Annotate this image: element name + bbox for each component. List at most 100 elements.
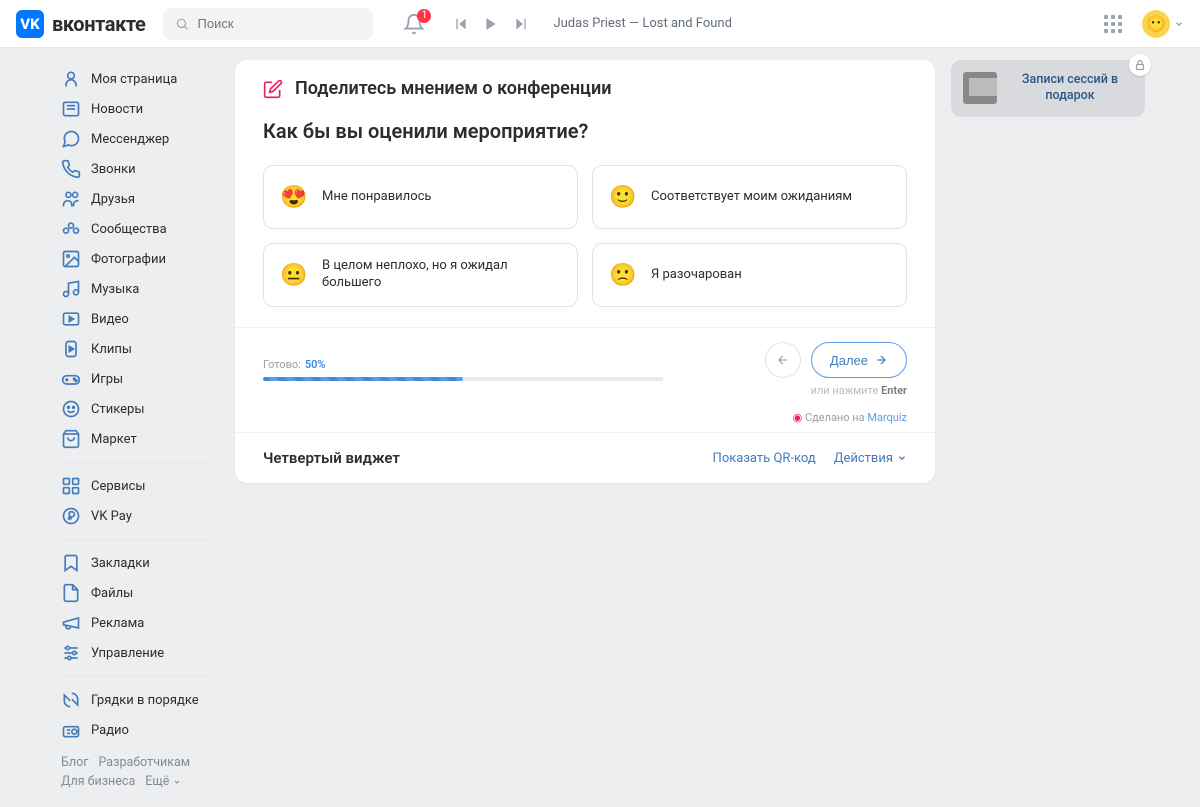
notifications-button[interactable]: 1 xyxy=(403,13,425,35)
profile-menu[interactable]: 😶 xyxy=(1142,10,1184,38)
survey-icon xyxy=(263,79,283,99)
chevron-down-icon xyxy=(897,453,907,463)
sidebar-item-label: Друзья xyxy=(91,192,135,207)
community-icon xyxy=(61,219,81,239)
grid-icon xyxy=(61,476,81,496)
play-icon[interactable] xyxy=(483,16,499,32)
sidebar-item-label: Сервисы xyxy=(91,479,146,494)
option-text: Мне понравилось xyxy=(322,189,431,206)
widget-title: Четвертый виджет xyxy=(263,449,400,467)
search-icon xyxy=(175,16,189,32)
show-qr-button[interactable]: Показать QR-код xyxy=(713,451,816,466)
sidebar-item-games[interactable]: Игры xyxy=(55,364,217,394)
survey-card: Поделитесь мнением о конференции Как бы … xyxy=(235,60,935,483)
footer-biz-link[interactable]: Для бизнеса xyxy=(61,774,135,789)
neutral-emoji-icon: 😐 xyxy=(280,261,308,289)
sidebar-item-radio[interactable]: Радио xyxy=(55,715,217,745)
sidebar-item-manage[interactable]: Управление xyxy=(55,638,217,668)
option-3[interactable]: 😐В целом неплохо, но я ожидал большего xyxy=(263,243,578,307)
survey-title: Поделитесь мнением о конференции xyxy=(295,78,611,99)
sidebar-item-friends[interactable]: Друзья xyxy=(55,184,217,214)
sidebar-item-label: Управление xyxy=(91,646,164,661)
search-input[interactable] xyxy=(198,16,362,31)
prev-track-icon[interactable] xyxy=(453,16,469,32)
option-2[interactable]: 🙂Соответствует моим ожиданиям xyxy=(592,165,907,229)
sidebar-item-label: Файлы xyxy=(91,586,133,601)
chevron-down-icon xyxy=(1174,19,1184,29)
progress-bar xyxy=(263,377,663,381)
heart-eyes-emoji-icon: 😍 xyxy=(280,183,308,211)
frown-emoji-icon: 🙁 xyxy=(609,261,637,289)
progress-label: Готово:50% xyxy=(263,358,765,371)
message-icon xyxy=(61,129,81,149)
sidebar-item-label: Сообщества xyxy=(91,222,167,237)
arrow-right-icon xyxy=(874,353,888,367)
sidebar-item-label: Радио xyxy=(91,723,129,738)
sidebar-item-news[interactable]: Новости xyxy=(55,94,217,124)
sidebar-item-label: Новости xyxy=(91,102,143,117)
actions-dropdown[interactable]: Действия xyxy=(834,451,907,466)
sidebar-item-profile[interactable]: Моя страница xyxy=(55,64,217,94)
sidebar-item-ads[interactable]: Реклама xyxy=(55,608,217,638)
sidebar-item-bookmarks[interactable]: Закладки xyxy=(55,548,217,578)
survey-question: Как бы вы оценили мероприятие? xyxy=(263,119,907,143)
sidebar-item-services[interactable]: Сервисы xyxy=(55,471,217,501)
newspaper-icon xyxy=(61,99,81,119)
megaphone-icon xyxy=(61,613,81,633)
sidebar-item-label: Игры xyxy=(91,372,123,387)
sidebar-item-game1[interactable]: Грядки в порядке xyxy=(55,685,217,715)
next-button[interactable]: Далее xyxy=(811,342,907,378)
sidebar-item-label: Мессенджер xyxy=(91,132,169,147)
bag-icon xyxy=(61,429,81,449)
brand-text: вконтакте xyxy=(52,12,145,36)
sidebar-item-label: Звонки xyxy=(91,162,136,177)
sidebar-item-label: Музыка xyxy=(91,282,139,297)
smile-emoji-icon: 🙂 xyxy=(609,183,637,211)
vk-logo[interactable]: VK xyxy=(16,10,44,38)
keyboard-hint: или нажмите Enter xyxy=(765,384,907,397)
chevron-down-icon xyxy=(173,778,181,786)
track-title[interactable]: Judas Priest — Lost and Found xyxy=(553,16,731,31)
footer-more-link[interactable]: Ещё xyxy=(145,774,180,789)
sidebar-item-music[interactable]: Музыка xyxy=(55,274,217,304)
sidebar-item-vkpay[interactable]: VK Pay xyxy=(55,501,217,531)
marquiz-link[interactable]: Marquiz xyxy=(867,411,907,424)
music-icon xyxy=(61,279,81,299)
sidebar-item-label: Моя страница xyxy=(91,72,177,87)
sidebar-item-label: Клипы xyxy=(91,342,132,357)
services-grid-icon[interactable] xyxy=(1104,15,1122,33)
sidebar-item-market[interactable]: Маркет xyxy=(55,424,217,454)
next-track-icon[interactable] xyxy=(513,16,529,32)
option-4[interactable]: 🙁Я разочарован xyxy=(592,243,907,307)
leaf-icon xyxy=(61,690,81,710)
sidebar-item-files[interactable]: Файлы xyxy=(55,578,217,608)
sidebar-item-label: Закладки xyxy=(91,556,150,571)
sidebar-item-photos[interactable]: Фотографии xyxy=(55,244,217,274)
sidebar-item-video[interactable]: Видео xyxy=(55,304,217,334)
progress-fill xyxy=(263,377,463,381)
sidebar-item-label: Реклама xyxy=(91,616,144,631)
sidebar-item-communities[interactable]: Сообщества xyxy=(55,214,217,244)
users-icon xyxy=(61,189,81,209)
sidebar-item-clips[interactable]: Клипы xyxy=(55,334,217,364)
bookmark-icon xyxy=(61,553,81,573)
image-icon xyxy=(61,249,81,269)
sidebar-item-messenger[interactable]: Мессенджер xyxy=(55,124,217,154)
option-1[interactable]: 😍 Мне понравилось xyxy=(263,165,578,229)
ruble-icon xyxy=(61,506,81,526)
sidebar-footer: Блог Разработчикам Для бизнеса Ещё xyxy=(55,745,217,803)
footer-blog-link[interactable]: Блог xyxy=(61,755,88,770)
back-button[interactable] xyxy=(765,342,801,378)
smile-icon xyxy=(61,399,81,419)
avatar: 😶 xyxy=(1142,10,1170,38)
sidebar-item-stickers[interactable]: Стикеры xyxy=(55,394,217,424)
notif-badge: 1 xyxy=(417,9,431,23)
search-input-wrap[interactable] xyxy=(163,8,373,40)
sidebar-item-calls[interactable]: Звонки xyxy=(55,154,217,184)
made-by: ◉ Сделано на Marquiz xyxy=(263,405,907,426)
gamepad-icon xyxy=(61,369,81,389)
arrow-left-icon xyxy=(776,353,790,367)
footer-devs-link[interactable]: Разработчикам xyxy=(98,755,190,770)
clips-icon xyxy=(61,339,81,359)
promo-card[interactable]: Записи сессий в подарок xyxy=(951,60,1145,117)
